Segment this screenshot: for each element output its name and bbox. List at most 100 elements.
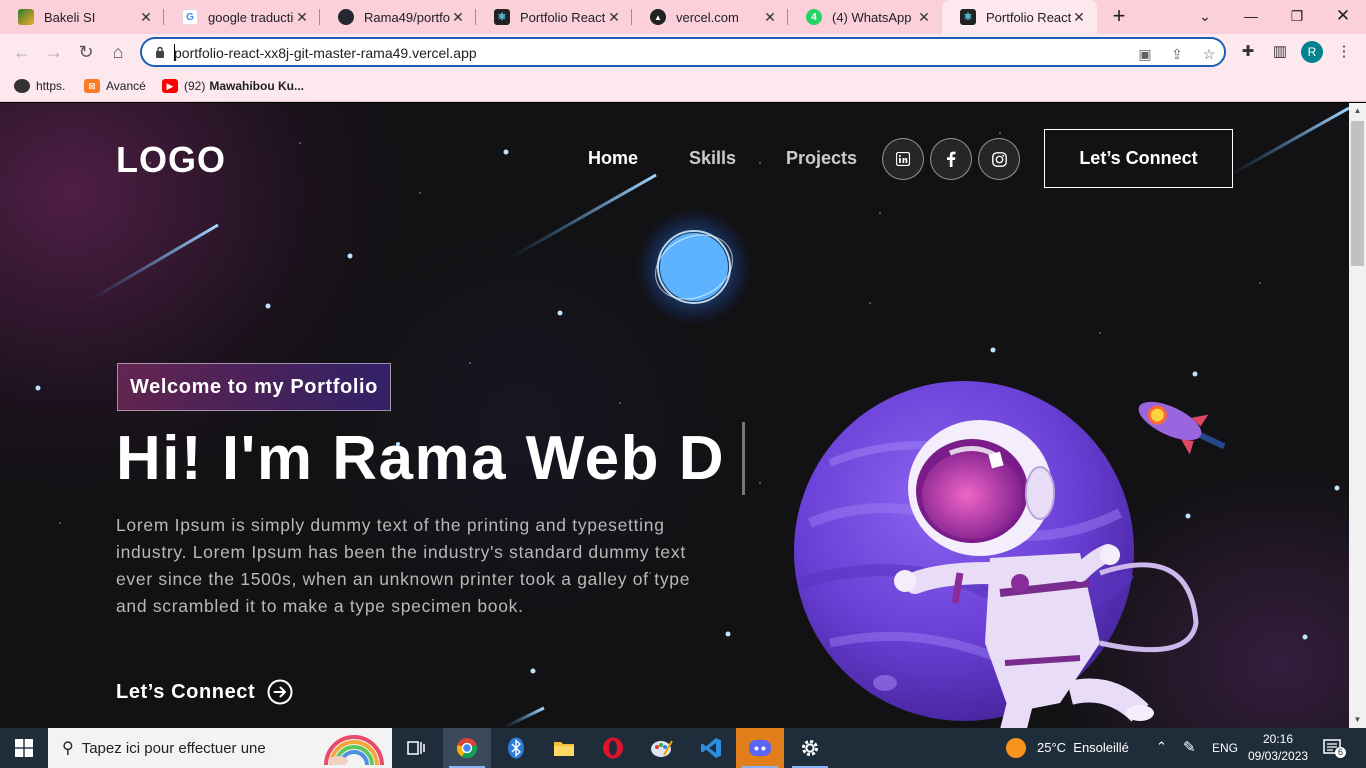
tab-title: vercel.com <box>676 9 739 25</box>
xampp-icon: ⊠ <box>84 79 100 93</box>
facebook-icon <box>947 151 956 167</box>
lets-connect-button[interactable]: Let’s Connect <box>1044 129 1233 188</box>
nav-projects-link[interactable]: Projects <box>786 148 857 169</box>
bakeli-icon <box>18 9 34 25</box>
weather-text[interactable]: 25°C Ensoleillé <box>1037 740 1129 755</box>
minimize-button[interactable]: — <box>1228 0 1274 32</box>
nav-skills-link[interactable]: Skills <box>689 148 736 169</box>
bookmark-label: (92) <box>184 79 206 93</box>
start-button[interactable] <box>0 728 48 768</box>
chrome-taskbar-icon[interactable] <box>443 728 491 768</box>
windows-logo-icon <box>15 739 33 757</box>
site-logo[interactable]: LOGO <box>116 139 226 181</box>
profile-avatar[interactable]: R <box>1301 41 1323 63</box>
search-highlight-rainbow-icon <box>324 735 384 765</box>
tab-whatsapp[interactable]: 4 (4) WhatsApp ✕ <box>788 0 942 34</box>
close-icon[interactable]: ✕ <box>294 9 310 26</box>
clock-date: 09/03/2023 <box>1248 749 1309 763</box>
cta-lets-connect[interactable]: Let’s Connect <box>116 679 293 705</box>
glowing-orb <box>636 209 752 325</box>
address-bar[interactable]: portfolio-react-xx8j-git-master-rama49.v… <box>140 37 1226 67</box>
file-explorer-icon[interactable] <box>540 728 588 768</box>
taskbar-clock[interactable]: 20:16 09/03/2023 <box>1248 731 1308 765</box>
side-panel-icon[interactable]: ▥ <box>1270 41 1290 61</box>
url-text[interactable]: portfolio-react-xx8j-git-master-rama49.v… <box>174 45 477 61</box>
tab-title: Portfolio React <box>986 9 1071 25</box>
tab-portfolio-react-1[interactable]: ⚛ Portfolio React ✕ <box>476 0 632 34</box>
tab-title: Portfolio React <box>520 9 606 25</box>
welcome-tagline: Welcome to my Portfolio <box>117 363 391 411</box>
tab-title: Rama49/portfolio <box>364 9 450 25</box>
close-icon[interactable]: ✕ <box>1071 9 1087 26</box>
tab-bakeli[interactable]: Bakeli SI ✕ <box>0 0 164 34</box>
close-icon[interactable]: ✕ <box>138 9 154 26</box>
hero-illustration <box>636 209 1226 728</box>
linkedin-link[interactable] <box>882 138 924 180</box>
tab-search-icon[interactable]: ⌄ <box>1182 0 1228 32</box>
scroll-down-icon[interactable]: ▼ <box>1349 712 1366 728</box>
tab-github[interactable]: Rama49/portfolio ✕ <box>320 0 476 34</box>
arrow-right-circle-icon <box>267 679 293 705</box>
close-icon[interactable]: ✕ <box>762 9 778 26</box>
bookmark-label-bold: Mawahibou Ku... <box>209 79 305 93</box>
typing-cursor <box>742 422 745 495</box>
share-icon[interactable]: ⇪ <box>1168 45 1186 63</box>
google-icon: G <box>182 9 198 25</box>
nav-home-link[interactable]: Home <box>588 148 638 169</box>
language-indicator[interactable]: ENG <box>1212 741 1238 755</box>
tab-vercel[interactable]: ▲ vercel.com ✕ <box>632 0 788 34</box>
vscode-icon[interactable] <box>687 728 735 768</box>
home-button[interactable]: ⌂ <box>106 40 130 64</box>
bluetooth-taskbar-icon[interactable] <box>492 728 540 768</box>
tab-strip: Bakeli SI ✕ G google traduction ✕ Rama49… <box>0 0 1366 34</box>
close-icon[interactable]: ✕ <box>606 9 622 26</box>
instagram-link[interactable] <box>978 138 1020 180</box>
hero-headline: Hi! I'm Rama Web D <box>116 424 726 493</box>
close-icon[interactable]: ✕ <box>916 9 932 26</box>
settings-gear-icon[interactable] <box>786 728 834 768</box>
tab-title: google traduction <box>208 9 294 25</box>
taskbar-search-placeholder: Tapez ici pour effectuer une <box>81 739 266 757</box>
bookmark-avance[interactable]: ⊠ Avancé <box>84 77 146 95</box>
forward-button[interactable]: → <box>42 40 66 64</box>
back-button[interactable]: ← <box>10 40 34 64</box>
task-view-icon[interactable] <box>392 728 440 768</box>
facebook-link[interactable] <box>930 138 972 180</box>
show-hidden-icons-chevron-icon[interactable]: ⌃ <box>1156 739 1167 755</box>
paint-app-icon[interactable] <box>638 728 686 768</box>
reload-button[interactable]: ↻ <box>74 40 98 64</box>
react-icon: ⚛ <box>494 9 510 25</box>
linkedin-icon <box>896 152 910 166</box>
tab-google-traduction[interactable]: G google traduction ✕ <box>164 0 320 34</box>
discord-icon[interactable] <box>736 728 784 768</box>
extensions-icon[interactable]: ✚ <box>1238 41 1258 61</box>
bookmarks-bar: https. ⊠ Avancé ▶ (92) Mawahibou Ku... <box>0 70 1366 102</box>
lock-icon <box>156 46 164 58</box>
scrollbar-thumb[interactable] <box>1351 121 1364 266</box>
page-scrollbar[interactable]: ▲ ▼ <box>1349 103 1366 728</box>
translate-icon[interactable]: ▣ <box>1136 45 1154 63</box>
bookmark-star-icon[interactable]: ☆ <box>1200 45 1218 63</box>
youtube-icon: ▶ <box>162 79 178 93</box>
tab-title: Bakeli SI <box>44 9 96 25</box>
close-icon[interactable]: ✕ <box>450 9 466 26</box>
menu-icon[interactable]: ⋮ <box>1334 41 1354 61</box>
bookmark-label: Avancé <box>106 79 146 93</box>
opera-icon[interactable] <box>589 728 637 768</box>
restore-button[interactable]: ❐ <box>1274 0 1320 32</box>
tab-portfolio-react-active[interactable]: ⚛ Portfolio React ✕ <box>942 0 1097 34</box>
react-icon: ⚛ <box>960 9 976 25</box>
vercel-icon: ▲ <box>650 9 666 25</box>
new-tab-button[interactable]: + <box>1108 4 1130 30</box>
notification-count-badge: 6 <box>1335 747 1346 758</box>
rocket <box>1138 401 1226 455</box>
bookmark-https[interactable]: https. <box>14 77 65 95</box>
scroll-up-icon[interactable]: ▲ <box>1349 103 1366 119</box>
pen-workspace-icon[interactable]: ✎ <box>1183 738 1196 756</box>
weather-sun-icon[interactable] <box>1006 738 1026 758</box>
bookmark-youtube[interactable]: ▶ (92) Mawahibou Ku... <box>162 77 304 95</box>
notification-center-icon[interactable]: 6 <box>1322 737 1346 759</box>
close-window-button[interactable]: ✕ <box>1320 0 1366 32</box>
browser-toolbar: ← → ↻ ⌂ portfolio-react-xx8j-git-master-… <box>0 34 1366 70</box>
taskbar-search[interactable]: ⚲ Tapez ici pour effectuer une <box>48 728 392 768</box>
